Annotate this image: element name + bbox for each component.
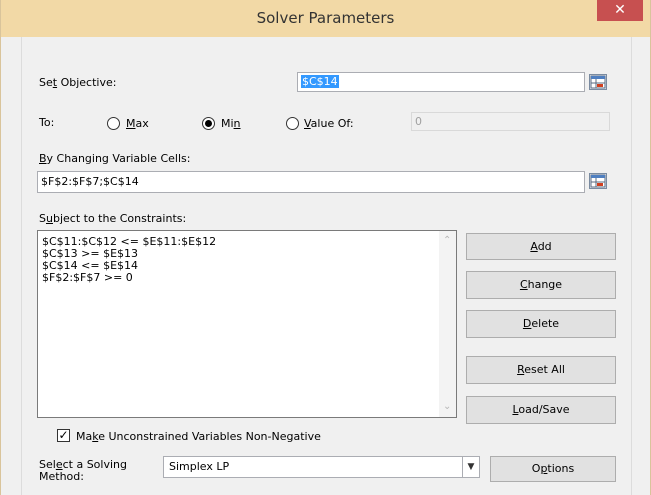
close-icon: ✕ <box>614 2 626 18</box>
set-objective-input[interactable]: $C$14 <box>297 72 585 92</box>
chevron-down-icon[interactable]: ▼ <box>462 457 479 477</box>
set-objective-range-button[interactable] <box>589 74 607 90</box>
title-bar[interactable]: Solver Parameters ✕ <box>1 0 650 37</box>
reset-all-button[interactable]: Reset All <box>466 356 616 384</box>
change-button[interactable]: Change <box>466 271 616 299</box>
delete-button[interactable]: Delete <box>466 310 616 338</box>
solving-method-select[interactable]: Simplex LP ▼ <box>163 456 480 478</box>
value-of-input[interactable]: 0 <box>411 112 610 131</box>
range-picker-icon <box>590 75 606 89</box>
value-of-radio[interactable] <box>286 117 299 130</box>
set-objective-label: Set Objective: <box>39 76 117 89</box>
scroll-down-icon[interactable]: ⌄ <box>443 401 451 412</box>
max-radio[interactable] <box>107 117 120 130</box>
constraints-label: Subject to the Constraints: <box>39 212 187 225</box>
load-save-button[interactable]: Load/Save <box>466 396 616 424</box>
min-radio[interactable] <box>202 117 215 130</box>
checkmark-icon: ✓ <box>58 428 69 442</box>
dialog-title: Solver Parameters <box>256 9 395 27</box>
set-objective-value: $C$14 <box>301 75 339 88</box>
changing-cells-range-button[interactable] <box>589 173 607 189</box>
constraint-item[interactable]: $F$2:$F$7 >= 0 <box>42 272 456 284</box>
close-button[interactable]: ✕ <box>597 0 643 21</box>
nonnegative-checkbox[interactable]: ✓ <box>57 429 70 442</box>
scroll-up-icon[interactable]: ⌃ <box>443 235 451 246</box>
constraints-scrollbar[interactable]: ⌃ ⌄ <box>439 231 456 417</box>
solving-method-value: Simplex LP <box>169 460 230 473</box>
options-button[interactable]: Options <box>490 456 616 482</box>
solver-parameters-dialog: Solver Parameters ✕ Set Objective: $C$14… <box>0 0 651 495</box>
min-label: Min <box>221 117 241 130</box>
range-picker-icon <box>590 174 606 188</box>
changing-cells-input[interactable]: $F$2:$F$7;$C$14 <box>37 171 585 193</box>
to-label: To: <box>39 116 55 129</box>
value-of-label: Value Of: <box>304 117 354 130</box>
max-label: Max <box>126 117 149 130</box>
nonnegative-label: Make Unconstrained Variables Non-Negativ… <box>76 430 321 443</box>
add-button[interactable]: Add <box>466 233 616 260</box>
solving-method-label: Select a Solving Method: <box>39 458 127 483</box>
constraints-list[interactable]: $C$11:$C$12 <= $E$11:$E$12 $C$13 >= $E$1… <box>37 230 457 418</box>
changing-cells-label: By Changing Variable Cells: <box>39 152 191 165</box>
